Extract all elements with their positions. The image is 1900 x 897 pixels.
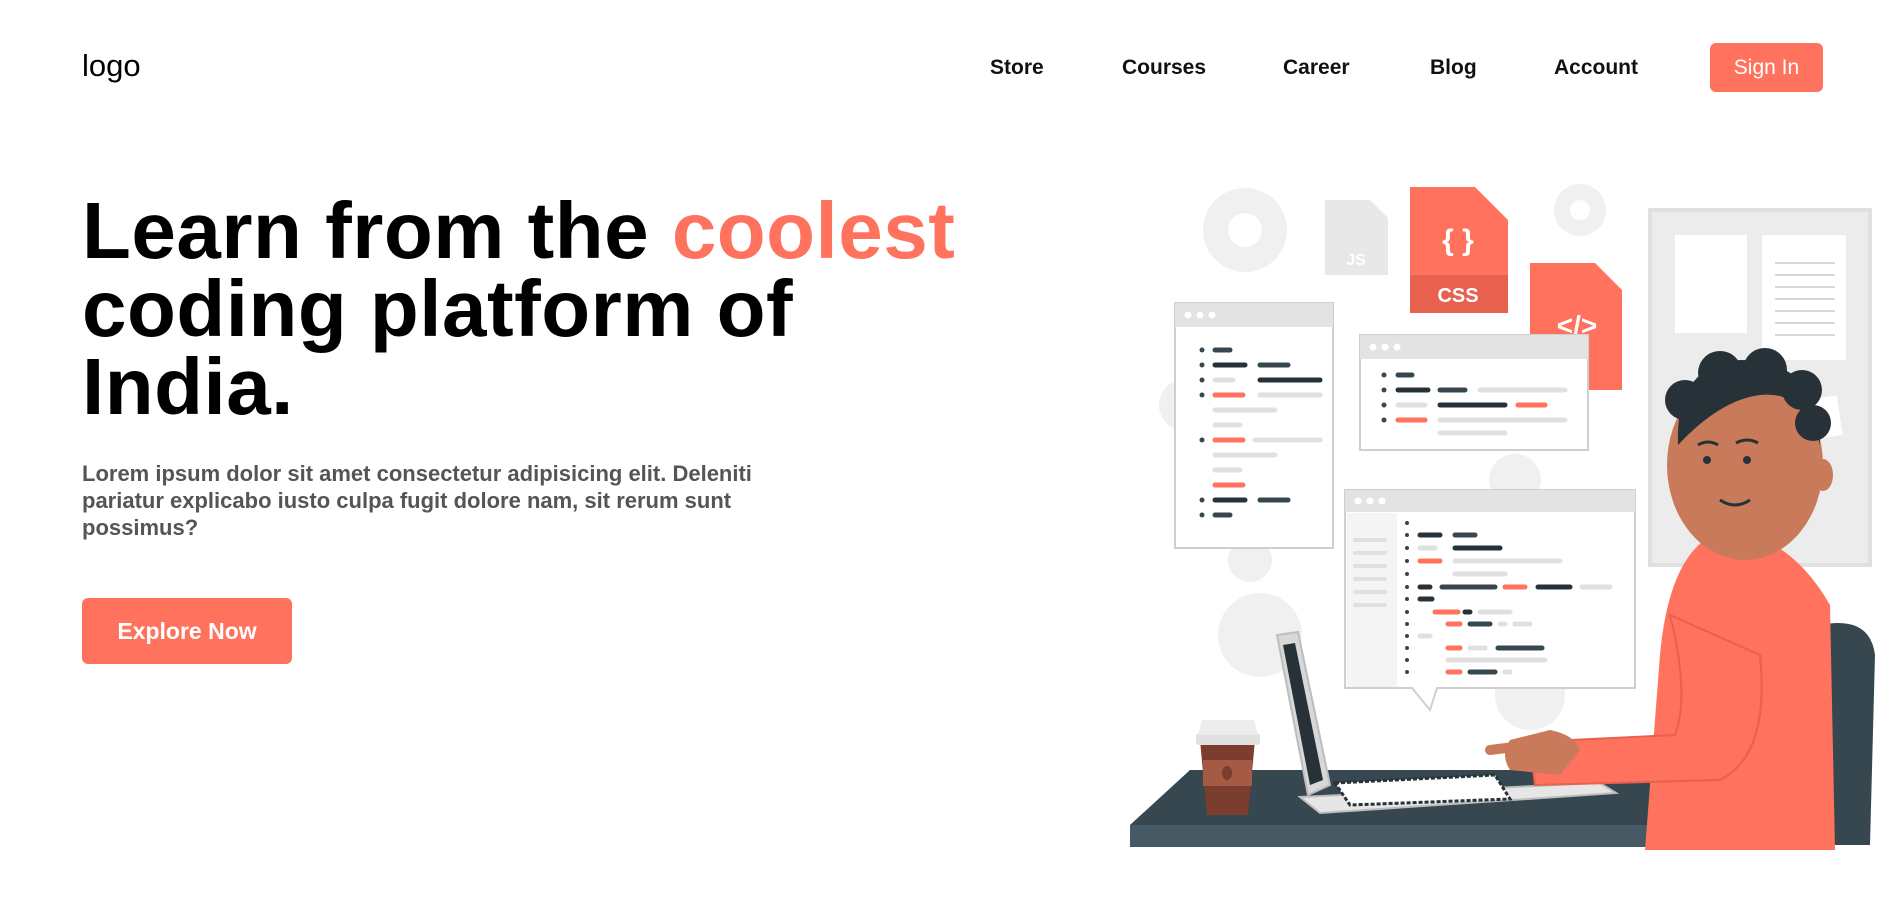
nav-link-blog[interactable]: Blog — [1430, 56, 1477, 80]
code-window-main — [1344, 489, 1636, 713]
explore-now-button[interactable]: Explore Now — [82, 598, 292, 664]
hero-description: Lorem ipsum dolor sit amet consectetur a… — [82, 461, 752, 540]
hero-title-accent: coolest — [671, 186, 956, 275]
top-navigation: logo Store Courses Career Blog Account S… — [0, 0, 1900, 135]
hero-title: Learn from the coolest coding platform o… — [82, 191, 982, 427]
sign-in-button[interactable]: Sign In — [1710, 43, 1823, 92]
nav-link-courses[interactable]: Courses — [1122, 56, 1206, 80]
code-window-left — [1174, 302, 1334, 549]
css-badge-text: CSS — [1437, 285, 1478, 307]
hero-title-lead: Learn from the — [82, 186, 672, 275]
hero-illustration: JS { } CSS </> — [1130, 184, 1875, 850]
js-badge-text: JS — [1346, 252, 1366, 269]
js-file-badge: JS — [1325, 200, 1388, 275]
braces-text: { } — [1442, 224, 1474, 257]
nav-link-store[interactable]: Store — [990, 56, 1044, 80]
hero-title-tail: coding platform of India. — [82, 264, 794, 431]
code-window-top — [1359, 334, 1589, 451]
logo[interactable]: logo — [82, 48, 141, 84]
nav-link-account[interactable]: Account — [1554, 56, 1638, 80]
css-file-badge: { } CSS — [1410, 187, 1508, 313]
nav-link-career[interactable]: Career — [1283, 56, 1350, 80]
